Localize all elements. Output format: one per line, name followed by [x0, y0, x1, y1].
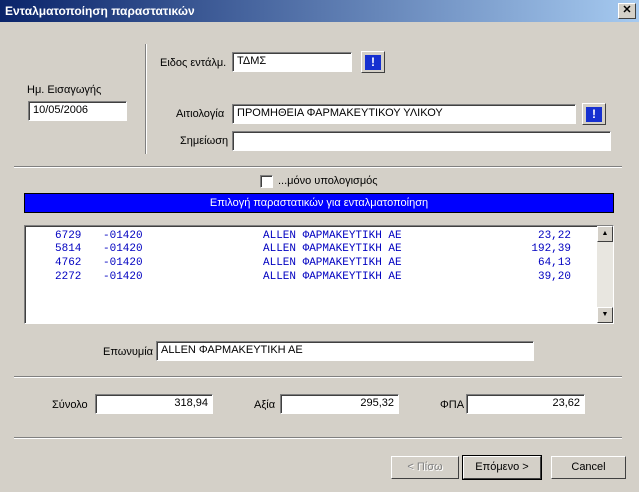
back-button[interactable]: < Πίσω	[391, 456, 459, 479]
doc-number: 5814	[55, 243, 82, 255]
entry-date-label: Ημ. Εισαγωγής	[27, 84, 102, 96]
info-icon: !	[365, 54, 381, 70]
vat-label: ΦΠΑ	[440, 399, 465, 411]
doc-code: -01420	[103, 271, 143, 283]
doc-amount: 39,20	[537, 271, 571, 283]
company-field[interactable]: ALLEN ΦΑΡΜΑΚΕΥΤΙΚΗ ΑΕ	[156, 341, 534, 361]
doc-supplier: ALLEN ΦΑΡΜΑΚΕΥΤΙΚΗ ΑΕ	[263, 230, 402, 242]
list-item[interactable]: 5814 -01420 ALLEN ΦΑΡΜΑΚΕΥΤΙΚΗ ΑΕ 192,39	[25, 243, 599, 257]
divider	[14, 166, 622, 168]
calc-only-label: ...μόνο υπολογισμός	[278, 175, 378, 187]
doc-supplier: ALLEN ΦΑΡΜΑΚΕΥΤΙΚΗ ΑΕ	[263, 243, 402, 255]
doc-supplier: ALLEN ΦΑΡΜΑΚΕΥΤΙΚΗ ΑΕ	[263, 257, 402, 269]
note-field[interactable]	[232, 131, 611, 151]
value-field: 295,32	[280, 394, 399, 414]
window-title: Ενταλματοποίηση παραστατικών	[5, 4, 195, 18]
selection-banner: Επιλογή παραστατικών για ενταλματοποίηση	[24, 193, 614, 213]
total-label: Σύνολο	[52, 399, 88, 411]
title-bar: Ενταλματοποίηση παραστατικών ✕	[0, 0, 639, 22]
justification-lookup-button[interactable]: !	[582, 103, 606, 125]
doc-amount: 192,39	[531, 243, 571, 255]
mandate-type-lookup-button[interactable]: !	[361, 51, 385, 73]
doc-supplier: ALLEN ΦΑΡΜΑΚΕΥΤΙΚΗ ΑΕ	[263, 271, 402, 283]
doc-code: -01420	[103, 257, 143, 269]
doc-number: 2272	[55, 271, 82, 283]
cancel-button[interactable]: Cancel	[551, 456, 626, 479]
close-button[interactable]: ✕	[618, 3, 636, 19]
doc-amount: 64,13	[537, 257, 571, 269]
justification-label: Αιτιολογία	[176, 108, 225, 120]
calc-only-checkbox[interactable]	[260, 175, 273, 188]
value-label: Αξία	[254, 399, 276, 411]
entry-date-field[interactable]: 10/05/2006	[28, 101, 127, 121]
company-label: Επωνυμία	[103, 346, 154, 358]
mandate-type-label: Ειδος εντάλμ.	[160, 57, 227, 69]
doc-number: 4762	[55, 257, 82, 269]
doc-code: -01420	[103, 230, 143, 242]
list-item[interactable]: 4762 -01420 ALLEN ΦΑΡΜΑΚΕΥΤΙΚΗ ΑΕ 64,13	[25, 257, 599, 271]
vertical-divider	[145, 44, 147, 154]
total-field: 318,94	[95, 394, 213, 414]
divider	[14, 376, 622, 378]
list-item[interactable]: 6729 -01420 ALLEN ΦΑΡΜΑΚΕΥΤΙΚΗ ΑΕ 23,22	[25, 230, 599, 244]
note-label: Σημείωση	[180, 135, 229, 147]
documents-list[interactable]: 6729 -01420 ALLEN ΦΑΡΜΑΚΕΥΤΙΚΗ ΑΕ 23,22 …	[24, 225, 614, 324]
doc-code: -01420	[103, 243, 143, 255]
mandate-type-field[interactable]: ΤΔΜΣ	[232, 52, 352, 72]
vat-field: 23,62	[466, 394, 585, 414]
info-icon: !	[586, 106, 602, 122]
doc-number: 6729	[55, 230, 82, 242]
list-scrollbar[interactable]: ▲ ▼	[597, 226, 613, 323]
next-button[interactable]: Επόμενο >	[462, 455, 542, 480]
list-item[interactable]: 2272 -01420 ALLEN ΦΑΡΜΑΚΕΥΤΙΚΗ ΑΕ 39,20	[25, 271, 599, 285]
scroll-up-icon[interactable]: ▲	[597, 226, 613, 242]
scroll-down-icon[interactable]: ▼	[597, 307, 613, 323]
justification-field[interactable]: ΠΡΟΜΗΘΕΙΑ ΦΑΡΜΑΚΕΥΤΙΚΟΥ ΥΛΙΚΟΥ	[232, 104, 576, 124]
doc-amount: 23,22	[537, 230, 571, 242]
divider	[14, 437, 622, 439]
